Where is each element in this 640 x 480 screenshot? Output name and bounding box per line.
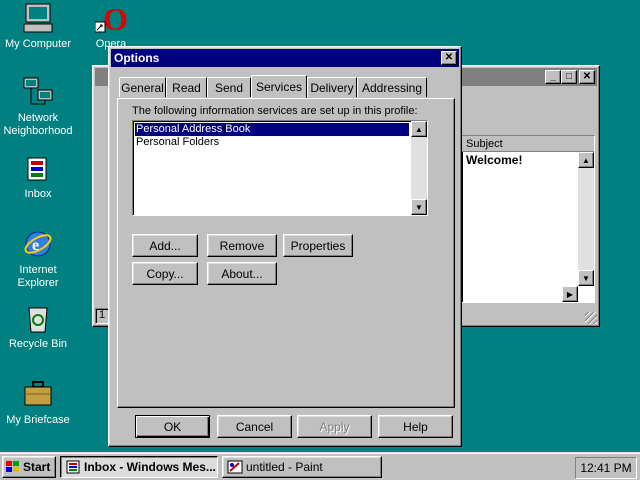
taskbar: Start Inbox - Windows Mes... untitled - … <box>0 452 640 480</box>
computer-icon <box>22 2 54 34</box>
desktop-icon-label: My Briefcase <box>6 414 70 426</box>
desktop-icon-inbox[interactable]: Inbox <box>0 152 76 201</box>
inbox-icon <box>22 152 54 184</box>
network-icon <box>22 76 54 108</box>
scroll-down-button[interactable]: ▼ <box>578 270 594 286</box>
inbox-icon <box>65 460 81 474</box>
maximize-button[interactable]: □ <box>561 70 577 84</box>
ok-button[interactable]: OK <box>135 415 210 438</box>
tab-read[interactable]: Read <box>166 77 207 97</box>
system-tray: 12:41 PM <box>575 457 637 479</box>
options-dialog-titlebar[interactable]: Options ✕ <box>111 49 459 67</box>
desktop-icon-internet-explorer[interactable]: e Internet Explorer <box>0 228 76 290</box>
about-button[interactable]: About... <box>207 262 277 285</box>
desktop-icon-label: Inbox <box>24 188 52 200</box>
desktop-icon-label: Internet Explorer <box>17 264 59 289</box>
copy-button[interactable]: Copy... <box>132 262 198 285</box>
desktop-icon-recycle-bin[interactable]: Recycle Bin <box>0 302 76 351</box>
message-list[interactable]: Subject Welcome! ▲ ▼ ▶ <box>461 135 595 303</box>
scroll-up-button[interactable]: ▲ <box>578 152 594 168</box>
service-item-personal-address-book[interactable]: Personal Address Book <box>134 122 410 137</box>
desktop-icon-my-briefcase[interactable]: My Briefcase <box>0 378 76 427</box>
start-button[interactable]: Start <box>2 456 56 478</box>
cancel-button[interactable]: Cancel <box>217 415 292 438</box>
minimize-button[interactable]: _ <box>545 70 561 84</box>
tab-general[interactable]: General <box>119 77 166 97</box>
windows-logo-icon <box>6 461 20 473</box>
svg-text:e: e <box>32 237 39 254</box>
desktop-icon-label: Network Neighborhood <box>3 112 73 137</box>
apply-button[interactable]: Apply <box>297 415 372 438</box>
tab-send[interactable]: Send <box>207 77 251 97</box>
desktop-icon-my-computer[interactable]: My Computer <box>0 2 76 51</box>
close-button[interactable]: ✕ <box>441 51 457 65</box>
message-row[interactable]: Welcome! ▲ <box>462 152 594 168</box>
tab-addressing[interactable]: Addressing <box>357 77 427 97</box>
desktop-icon-label: My Computer <box>4 38 72 50</box>
services-label: The following information services are s… <box>132 105 418 117</box>
remove-button[interactable]: Remove <box>207 234 277 257</box>
tab-services[interactable]: Services <box>251 75 307 98</box>
desktop-icon-label: Recycle Bin <box>8 338 68 350</box>
clock[interactable]: 12:41 PM <box>580 461 631 475</box>
briefcase-icon <box>22 378 54 410</box>
scroll-up-button[interactable]: ▲ <box>411 121 427 137</box>
taskbar-item-paint[interactable]: untitled - Paint <box>222 456 382 478</box>
desktop-icon-network-neighborhood[interactable]: Network Neighborhood <box>0 76 76 138</box>
scroll-down-button[interactable]: ▼ <box>411 199 427 215</box>
options-dialog[interactable]: Options ✕ General Read Send Services Del… <box>108 46 462 447</box>
svg-text:O: O <box>103 2 127 34</box>
column-header-subject[interactable]: Subject <box>462 136 594 152</box>
taskbar-item-inbox[interactable]: Inbox - Windows Mes... <box>60 456 218 478</box>
paint-icon <box>227 460 243 474</box>
vertical-scrollbar-track[interactable] <box>411 137 427 199</box>
dialog-title: Options <box>114 51 160 65</box>
add-button[interactable]: Add... <box>132 234 198 257</box>
scroll-right-button[interactable]: ▶ <box>562 286 578 302</box>
status-bar: 1 <box>95 308 109 324</box>
message-subject: Welcome! <box>466 153 523 167</box>
tab-strip: General Read Send Services Delivery Addr… <box>119 75 449 99</box>
opera-icon: O <box>94 1 128 37</box>
internet-explorer-icon: e <box>22 228 54 260</box>
tab-page: The following information services are s… <box>117 98 455 408</box>
desktop-icon-opera[interactable]: O Opera <box>76 1 146 51</box>
resize-grip[interactable] <box>585 312 597 324</box>
vertical-scrollbar-track[interactable] <box>578 168 594 270</box>
properties-button[interactable]: Properties <box>283 234 353 257</box>
services-list[interactable]: Personal Address Book Personal Folders ▲… <box>132 120 428 216</box>
close-button[interactable]: ✕ <box>579 70 595 84</box>
service-item-personal-folders[interactable]: Personal Folders <box>135 136 409 149</box>
tab-delivery[interactable]: Delivery <box>307 77 357 97</box>
help-button[interactable]: Help <box>378 415 453 438</box>
recycle-bin-icon <box>22 302 54 334</box>
